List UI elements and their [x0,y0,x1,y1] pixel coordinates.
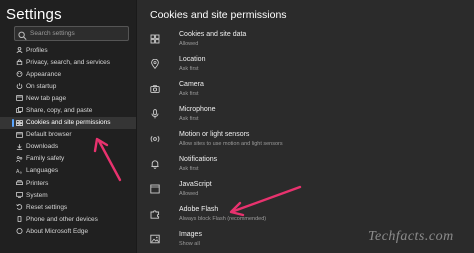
power-icon [16,83,23,90]
sidebar-item-label: Reset settings [26,203,68,211]
sidebar-item-label: Appearance [26,70,62,78]
permission-camera[interactable]: Camera Ask first [150,81,450,103]
sidebar-item-label: Cookies and site permissions [26,119,111,127]
system-icon [16,192,23,199]
permission-javascript[interactable]: JavaScript Allowed [150,181,450,203]
settings-title: Settings [6,6,62,23]
search-input[interactable] [30,27,126,40]
puzzle-icon [150,210,160,219]
permission-motion-light-sensors[interactable]: Motion or light sensors Allow sites to u… [150,131,450,153]
permission-status: Allowed [179,41,199,47]
camera-icon [150,85,160,93]
sidebar-item-label: About Microsoft Edge [26,227,89,235]
sidebar-item-phone-devices[interactable]: Phone and other devices [0,213,136,225]
sidebar-item-label: Phone and other devices [26,215,98,223]
main-panel: Cookies and site permissions Cookies and… [137,0,474,253]
sidebar-item-downloads[interactable]: Downloads [0,141,136,153]
sidebar-item-new-tab-page[interactable]: New tab page [0,92,136,104]
page-title: Cookies and site permissions [150,9,287,21]
permission-microphone[interactable]: Microphone Ask first [150,106,450,128]
permission-status: Ask first [179,116,199,122]
phone-icon [17,216,22,223]
reset-icon [16,204,23,210]
permission-location[interactable]: Location Ask first [150,56,450,78]
sidebar-item-share-copy-paste[interactable]: Share, copy, and paste [0,104,136,116]
sidebar-item-default-browser[interactable]: Default browser [0,129,136,141]
cookie-icon [16,119,23,126]
permission-label: Location [179,56,206,63]
sidebar-item-languages[interactable]: Aa Languages [0,165,136,177]
lock-icon [16,59,23,66]
permission-status: Ask first [179,91,199,97]
permission-label: Cookies and site data [179,31,247,38]
permission-label: Camera [179,81,204,88]
sidebar-item-label: Privacy, search, and services [26,58,111,66]
edge-icon [16,228,23,235]
microphone-icon [151,109,159,119]
permission-label: Motion or light sensors [179,131,250,138]
new-tab-icon [16,95,23,102]
sidebar-item-about-edge[interactable]: About Microsoft Edge [0,225,136,237]
sidebar-item-label: Profiles [26,46,48,54]
bell-icon [151,160,159,169]
appearance-icon [16,71,23,78]
permission-label: Microphone [179,106,216,113]
printer-icon [16,180,23,186]
sidebar-item-system[interactable]: System [0,189,136,201]
permission-label: JavaScript [179,181,212,188]
permission-cookies-site-data[interactable]: Cookies and site data Allowed [150,31,450,53]
permission-status: Ask first [179,166,199,172]
sidebar-item-label: New tab page [26,94,67,102]
sidebar-item-family-safety[interactable]: Family safety [0,153,136,165]
sidebar-item-on-startup[interactable]: On startup [0,80,136,92]
sidebar-item-label: Printers [26,179,49,187]
permission-status: Always block Flash (recommended) [179,216,267,222]
location-icon [151,59,159,69]
permission-label: Images [179,231,202,238]
sidebar-item-label: Default browser [26,131,72,139]
sidebar-item-privacy[interactable]: Privacy, search, and services [0,56,136,68]
sidebar-item-label: Downloads [26,143,59,151]
cookie-icon [150,34,160,44]
sensor-icon [150,135,160,143]
languages-icon: Aa [16,169,22,174]
watermark: Techfacts.com [368,229,454,244]
permission-status: Allowed [179,191,199,197]
sidebar-item-printers[interactable]: Printers [0,177,136,189]
permission-notifications[interactable]: Notifications Ask first [150,156,450,178]
sidebar-item-cookies-site-permissions[interactable]: Cookies and site permissions [0,116,136,129]
sidebar-item-profiles[interactable]: Profiles [0,44,136,56]
permission-adobe-flash[interactable]: Adobe Flash Always block Flash (recommen… [150,206,450,228]
settings-nav: Profiles Privacy, search, and services A… [0,44,136,238]
sidebar-item-reset-settings[interactable]: Reset settings [0,201,136,213]
family-icon [16,155,23,162]
sidebar-item-label: Languages [26,167,59,175]
sidebar-item-label: Family safety [26,155,65,163]
sidebar-item-label: System [26,191,48,199]
sidebar-item-label: Share, copy, and paste [26,107,93,115]
browser-icon [16,131,23,138]
settings-sidebar: Settings Profiles Privacy, search, and s… [0,0,136,253]
search-box[interactable] [14,26,129,41]
permission-label: Notifications [179,156,218,163]
permission-status: Show all [179,241,200,247]
permission-status: Ask first [179,66,199,72]
permission-label: Adobe Flash [179,206,219,213]
share-icon [16,107,23,114]
profile-icon [16,47,23,53]
sidebar-item-label: On startup [26,82,57,90]
download-icon [16,143,23,150]
svg-text:a: a [20,171,22,174]
sidebar-item-appearance[interactable]: Appearance [0,68,136,80]
permission-status: Allow sites to use motion and light sens… [179,141,283,147]
image-icon [150,234,160,244]
javascript-icon [150,184,160,194]
